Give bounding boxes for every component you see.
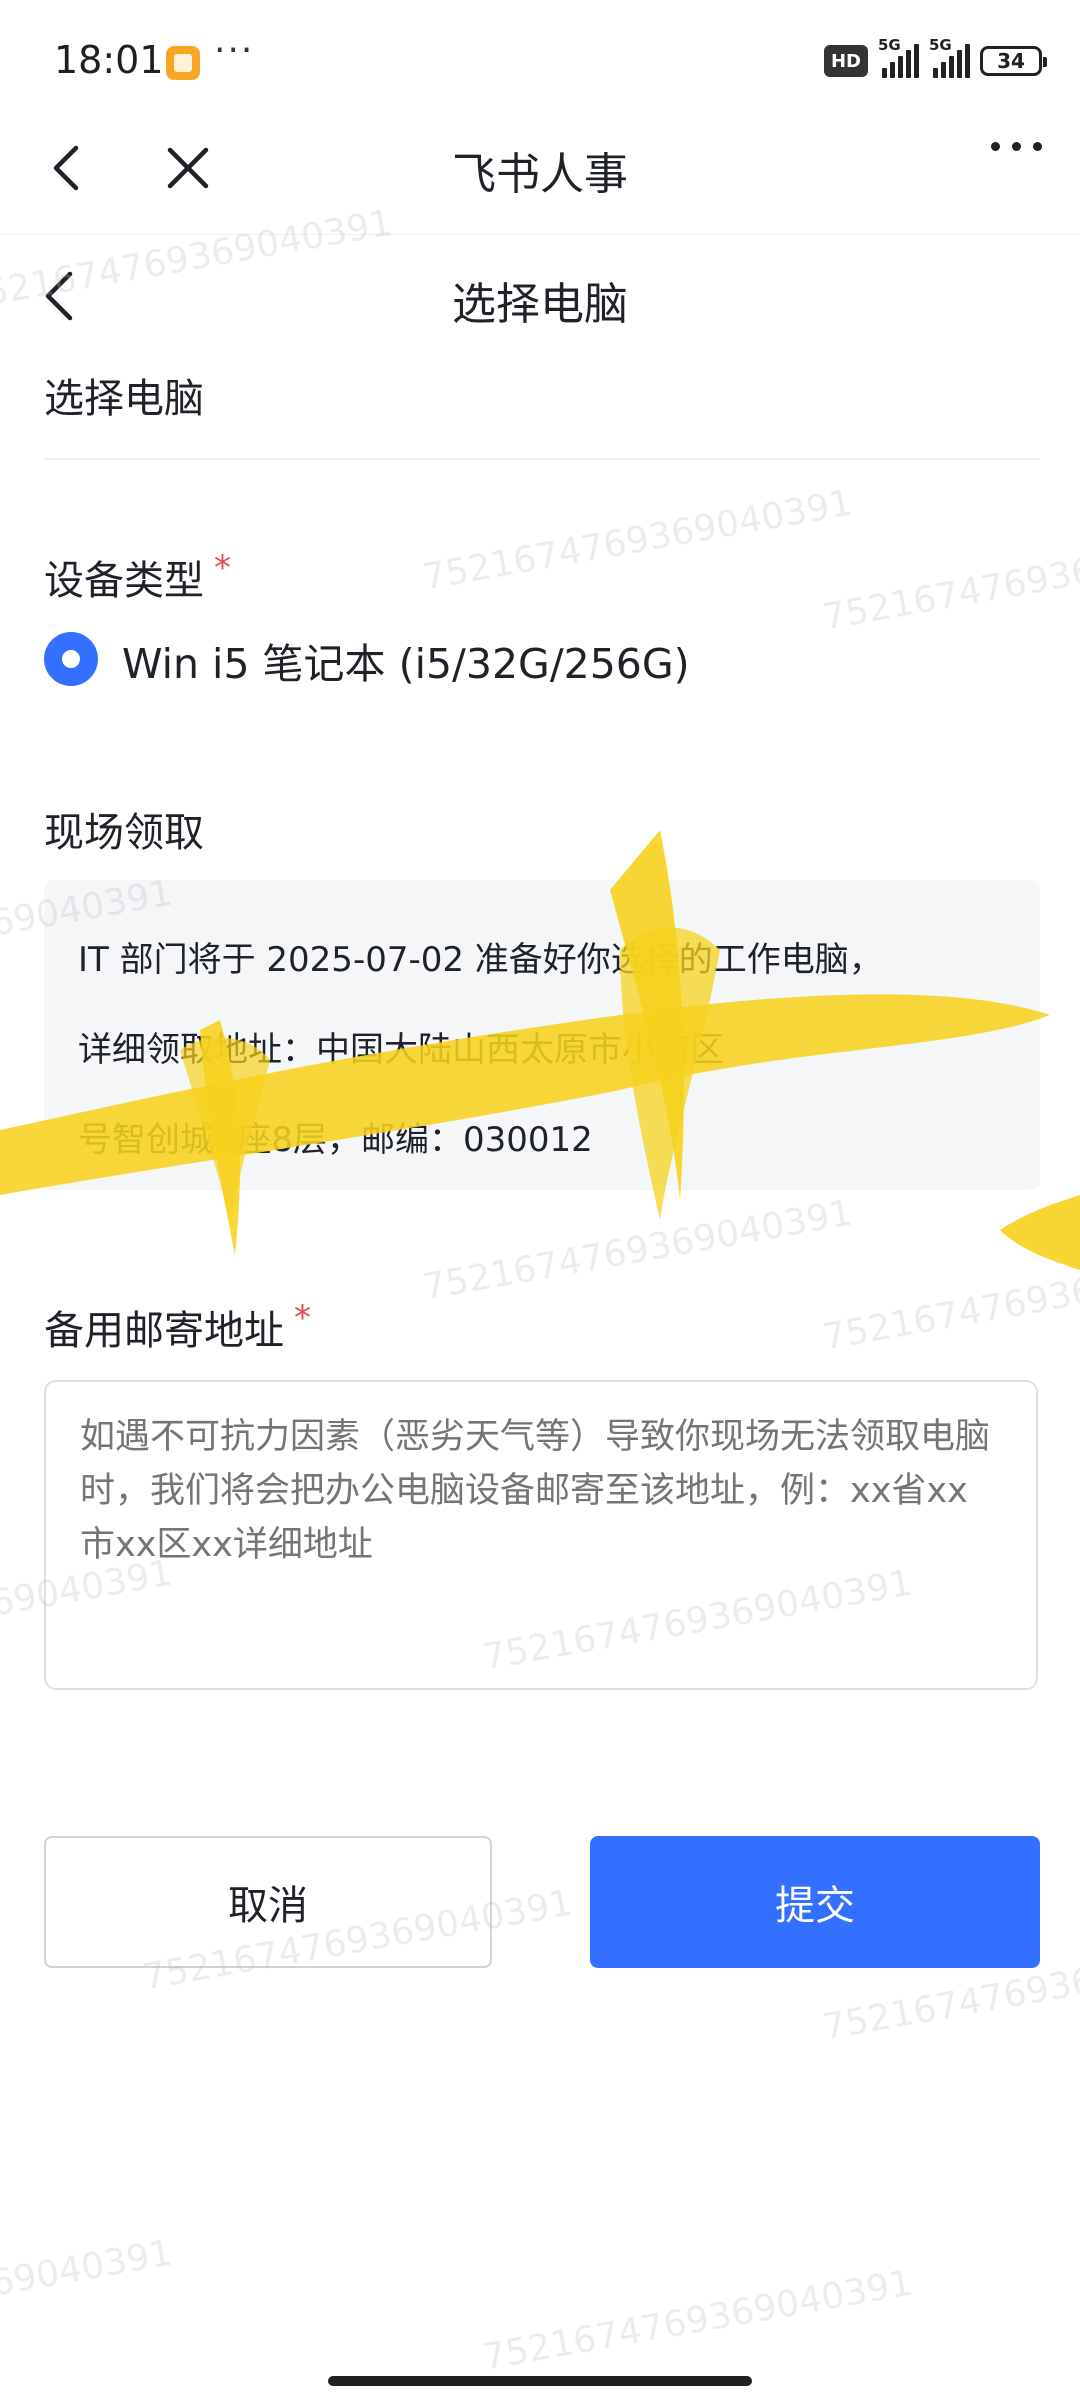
cancel-button[interactable]: 取消	[44, 1836, 492, 1968]
required-mark: *	[214, 548, 231, 588]
watermark-text: 7521674769369040391	[419, 482, 856, 599]
status-time: 18:01	[54, 38, 164, 82]
watermark-text: 7521674769369040391	[819, 1242, 1080, 1359]
watermark-text: 7521674769369040391	[479, 2262, 916, 2379]
device-option-label[interactable]: Win i5 笔记本 (i5/32G/256G)	[122, 630, 690, 690]
section-divider	[44, 458, 1040, 460]
home-indicator[interactable]	[328, 2376, 752, 2386]
battery-icon: 34	[980, 46, 1047, 76]
status-more-icon: ···	[214, 30, 255, 71]
device-option-radio[interactable]	[44, 632, 98, 686]
pickup-info-text: IT 部门将于 2025-07-02 准备好你选择的工作电脑， 详细领取地址：中…	[78, 915, 1018, 1185]
app-nav-bar: 飞书人事	[0, 100, 1080, 235]
watermark-text: 7521674769369040391	[419, 1192, 856, 1309]
backup-address-label-text: 备用邮寄地址	[44, 1308, 284, 1354]
watermark-text: 7521674769369040391	[0, 2232, 176, 2349]
submit-button[interactable]: 提交	[590, 1836, 1040, 1968]
app-title: 飞书人事	[452, 149, 628, 200]
device-type-label-text: 设备类型	[44, 558, 204, 604]
nav-more-icon[interactable]	[991, 142, 1042, 151]
signal-icon-1: 5G	[878, 36, 919, 78]
section-heading: 选择电脑	[44, 376, 204, 422]
backup-address-input[interactable]	[44, 1380, 1038, 1690]
watermark-text: 7521674769369040391	[819, 522, 1080, 639]
page-title: 选择电脑	[452, 279, 628, 330]
signal-icon-2: 5G	[929, 36, 970, 78]
signal-2-label: 5G	[929, 36, 952, 54]
device-type-label: 设备类型 *	[44, 548, 231, 606]
hd-voice-icon: HD	[824, 45, 868, 77]
nav-divider	[0, 234, 1080, 235]
required-mark: *	[294, 1298, 311, 1338]
pickup-label: 现场领取	[44, 810, 204, 856]
status-indicators: HD 5G 5G 34	[824, 36, 1047, 78]
backup-address-label: 备用邮寄地址 *	[44, 1298, 311, 1356]
notification-app-icon	[166, 46, 200, 80]
pickup-info-line-2: 详细领取地址：中国大陆山西太原市小店区	[78, 1030, 724, 1070]
pickup-info-line-3: 号智创城B座8层，邮编：030012	[78, 1120, 593, 1160]
signal-1-label: 5G	[878, 36, 901, 54]
pickup-info-line-1: IT 部门将于 2025-07-02 准备好你选择的工作电脑，	[78, 940, 883, 980]
